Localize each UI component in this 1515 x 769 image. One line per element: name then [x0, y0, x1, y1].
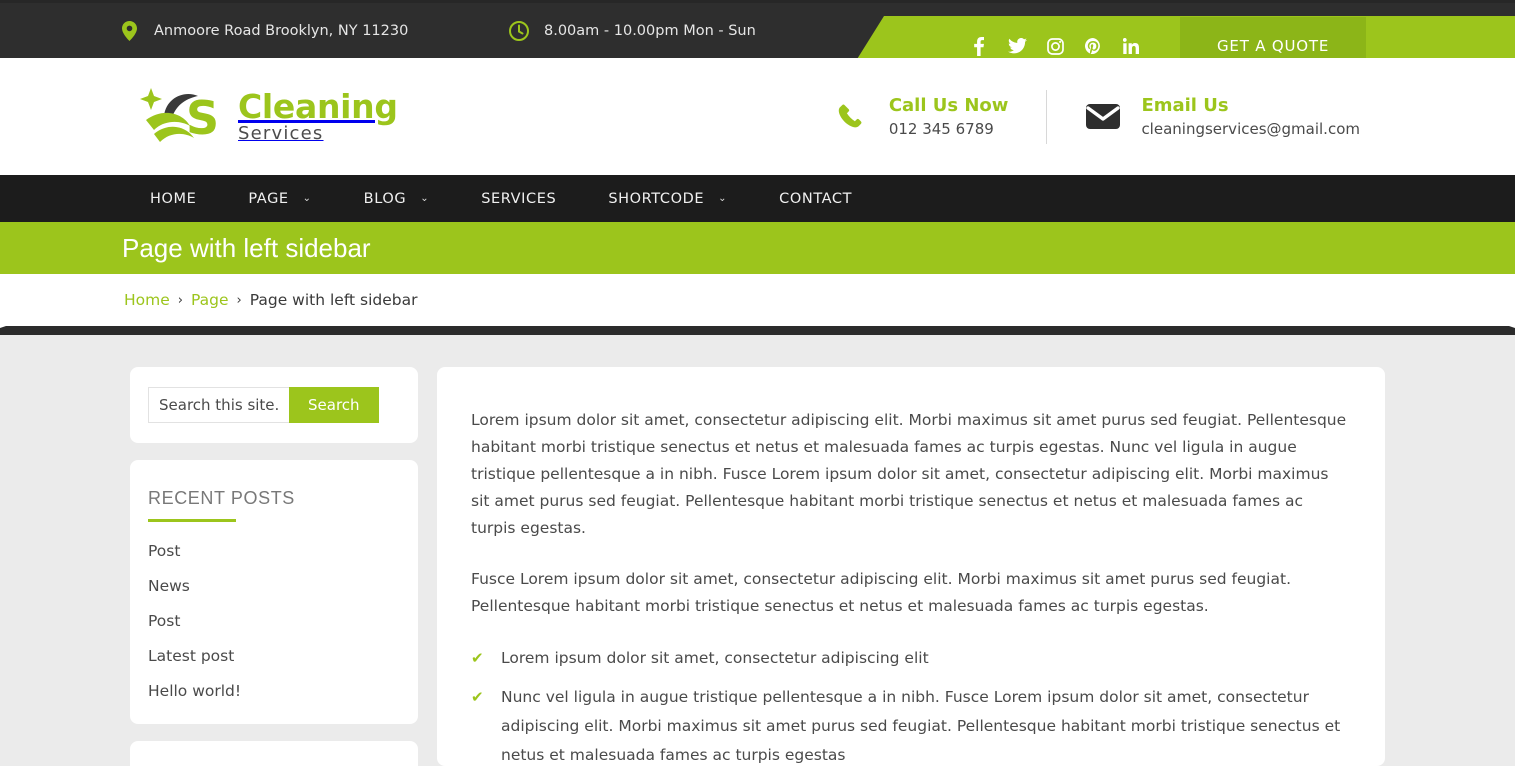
- svg-text:S: S: [186, 91, 219, 145]
- pinterest-icon[interactable]: [1082, 31, 1104, 61]
- clock-icon: [508, 20, 530, 42]
- hours-item: 8.00am - 10.00pm Mon - Sun: [508, 20, 756, 42]
- chevron-down-icon: ⌄: [420, 193, 430, 204]
- left-sidebar: Search RECENT POSTS Post News Post Lates…: [130, 367, 418, 769]
- logo-title: Cleaning: [238, 87, 398, 126]
- breadcrumb-page[interactable]: Page: [191, 291, 229, 309]
- facebook-icon[interactable]: [968, 31, 990, 61]
- twitter-icon[interactable]: [1006, 31, 1028, 61]
- nav-item-contact[interactable]: CONTACT: [779, 191, 852, 207]
- instagram-icon[interactable]: [1044, 31, 1066, 61]
- breadcrumb-current: Page with left sidebar: [249, 291, 418, 309]
- recent-posts-widget: RECENT POSTS Post News Post Latest post …: [130, 460, 418, 724]
- phone-icon: [833, 104, 869, 130]
- section-divider: [0, 326, 1515, 335]
- phone-block[interactable]: Call Us Now 012 345 6789: [833, 95, 1009, 138]
- breadcrumb: Home › Page › Page with left sidebar: [0, 274, 1515, 326]
- paragraph: Fusce Lorem ipsum dolor sit amet, consec…: [471, 570, 1291, 615]
- content-area: Search RECENT POSTS Post News Post Lates…: [0, 335, 1515, 769]
- linkedin-icon[interactable]: [1120, 31, 1142, 61]
- phone-title: Call Us Now: [888, 95, 1009, 116]
- phone-value: 012 345 6789: [888, 120, 994, 138]
- hours-text: 8.00am - 10.00pm Mon - Sun: [544, 22, 756, 39]
- list-item-text: Lorem ipsum dolor sit amet, consectetur …: [501, 649, 929, 667]
- nav-label: HOME: [150, 190, 197, 207]
- email-value: cleaningservices@gmail.com: [1141, 120, 1360, 138]
- nav-label: SHORTCODE: [608, 190, 705, 207]
- list-item[interactable]: News: [148, 577, 400, 595]
- search-widget: Search: [130, 367, 418, 443]
- email-block[interactable]: Email Us cleaningservices@gmail.com: [1085, 95, 1360, 138]
- logo-text: Cleaning Services: [238, 90, 398, 143]
- page-title-banner: Page with left sidebar: [0, 222, 1515, 274]
- nav-item-shortcode[interactable]: SHORTCODE ⌄: [608, 191, 727, 207]
- nav-item-home[interactable]: HOME: [150, 191, 196, 207]
- contacts-divider: [1046, 89, 1048, 144]
- list-item-text: Nunc vel ligula in augue tristique pelle…: [501, 688, 1341, 764]
- breadcrumb-home[interactable]: Home: [124, 291, 170, 309]
- page-title: Page with left sidebar: [122, 232, 371, 263]
- top-bar: Anmoore Road Brooklyn, NY 11230 8.00am -…: [0, 0, 1515, 76]
- list-item[interactable]: Post: [148, 542, 400, 560]
- check-icon: ✔: [471, 688, 484, 706]
- chevron-down-icon: ⌄: [302, 193, 312, 204]
- email-title: Email Us: [1141, 95, 1229, 116]
- logo-mark-icon: S: [140, 86, 228, 148]
- nav-item-services[interactable]: SERVICES: [481, 191, 556, 207]
- site-logo[interactable]: S Cleaning Services: [140, 86, 398, 148]
- recent-posts-title: RECENT POSTS: [148, 488, 400, 522]
- list-item[interactable]: Hello world!: [148, 682, 400, 700]
- breadcrumb-separator: ›: [236, 292, 242, 308]
- content-wrapper: Search RECENT POSTS Post News Post Lates…: [130, 367, 1385, 769]
- list-item[interactable]: Latest post: [148, 647, 400, 665]
- map-pin-icon: [118, 20, 140, 42]
- nav-item-blog[interactable]: BLOG ⌄: [364, 191, 430, 207]
- sidebar-widget-partial: [130, 741, 418, 769]
- list-item: ✔ Lorem ipsum dolor sit amet, consectetu…: [471, 644, 1349, 673]
- main-navigation: HOME PAGE ⌄ BLOG ⌄ SERVICES SHORTCODE ⌄ …: [0, 175, 1515, 222]
- phone-text: Call Us Now 012 345 6789: [889, 95, 1009, 138]
- site-header: S Cleaning Services Call Us Now 012 345 …: [0, 58, 1515, 175]
- chevron-down-icon: ⌄: [718, 193, 728, 204]
- list-item: ✔ Nunc vel ligula in augue tristique pel…: [471, 683, 1349, 769]
- search-form: Search: [148, 387, 400, 423]
- email-text: Email Us cleaningservices@gmail.com: [1141, 95, 1360, 138]
- main-content-card: Lorem ipsum dolor sit amet, consectetur …: [437, 367, 1385, 766]
- breadcrumb-separator: ›: [177, 292, 183, 308]
- nav-label: BLOG: [363, 190, 407, 207]
- envelope-icon: [1085, 104, 1121, 129]
- nav-label: SERVICES: [481, 190, 557, 207]
- search-button[interactable]: Search: [289, 387, 379, 423]
- search-input[interactable]: [148, 387, 289, 423]
- check-icon: ✔: [471, 649, 484, 667]
- list-item[interactable]: Post: [148, 612, 400, 630]
- paragraph: Lorem ipsum dolor sit amet, consectetur …: [471, 411, 1347, 537]
- address-text: Anmoore Road Brooklyn, NY 11230: [154, 22, 409, 39]
- checkmark-list: ✔ Lorem ipsum dolor sit amet, consectetu…: [471, 644, 1349, 769]
- nav-item-page[interactable]: PAGE ⌄: [248, 191, 311, 207]
- logo-subtitle: Services: [238, 123, 324, 144]
- nav-label: CONTACT: [779, 190, 853, 207]
- address-item: Anmoore Road Brooklyn, NY 11230: [118, 20, 508, 42]
- header-contacts: Call Us Now 012 345 6789 Email Us cleani…: [833, 89, 1360, 144]
- nav-label: PAGE: [248, 190, 289, 207]
